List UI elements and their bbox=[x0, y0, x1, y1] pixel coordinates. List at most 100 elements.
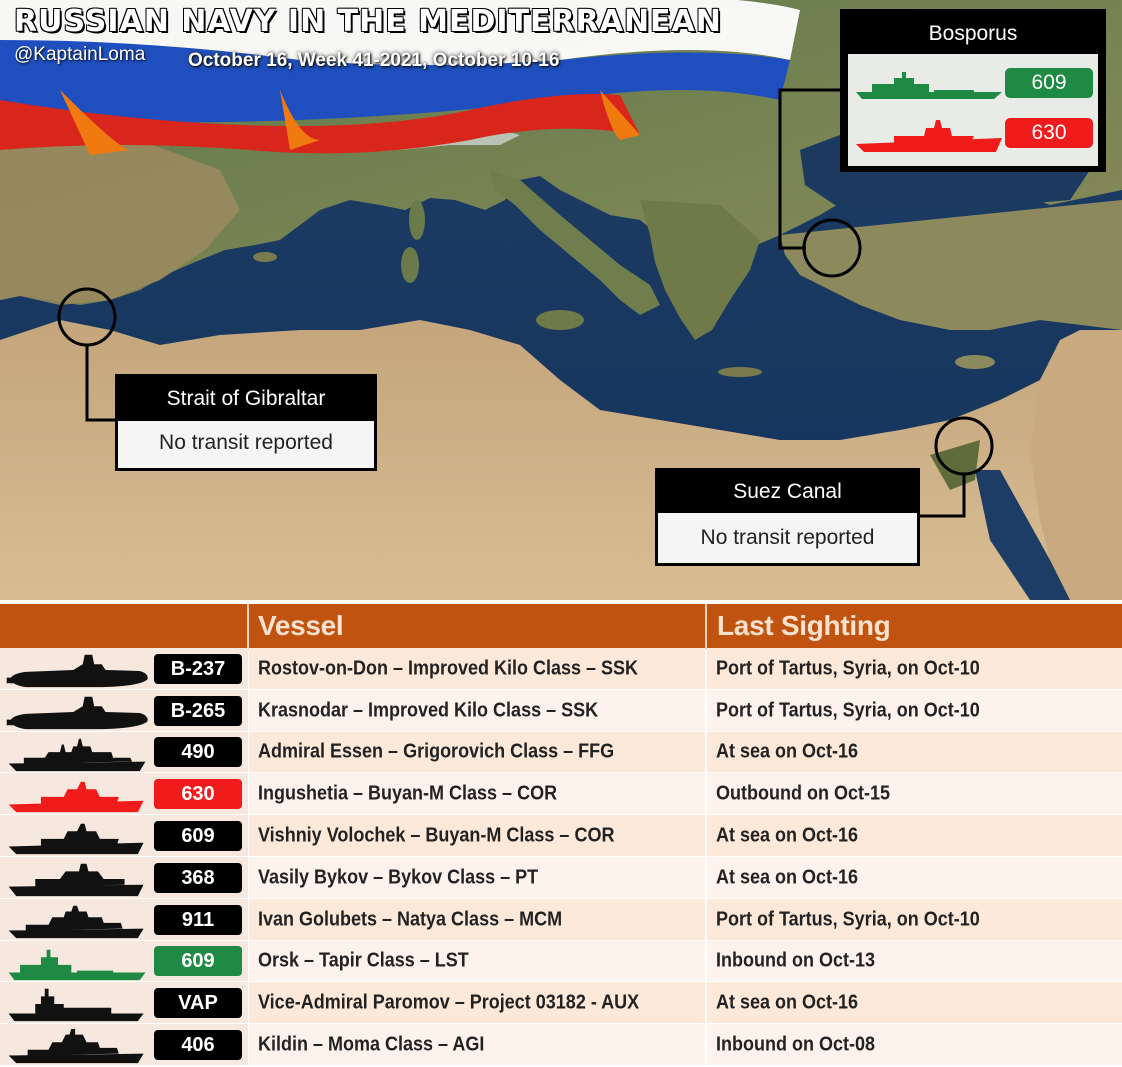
vessel-name: Ingushetia – Buyan-M Class – COR bbox=[258, 782, 558, 805]
minesweeper-icon bbox=[8, 905, 144, 938]
last-sighting-cell: Port of Tartus, Syria, on Oct-10 bbox=[707, 898, 1122, 941]
last-sighting-column-header: Last Sighting bbox=[717, 610, 891, 641]
table-row: 911 Ivan Golubets – Natya Class – MCM Port… bbox=[0, 898, 1122, 941]
last-sighting-text: At sea on Oct-16 bbox=[716, 740, 859, 763]
vessel-cell: Kildin – Moma Class – AGI bbox=[249, 1024, 705, 1066]
vessel-cell: Ingushetia – Buyan-M Class – COR bbox=[249, 773, 705, 816]
suez-status: No transit reported bbox=[658, 513, 917, 563]
ship-cell: 490 bbox=[0, 731, 248, 774]
suez-title: Suez Canal bbox=[658, 471, 917, 513]
submarine-icon bbox=[6, 696, 148, 729]
hull-number-badge: 911 bbox=[154, 904, 242, 935]
vessel-cell: Krasnodar – Improved Kilo Class – SSK bbox=[249, 689, 705, 732]
hull-number-badge: VAP bbox=[154, 988, 242, 1019]
vessel-cell: Vice-Admiral Paromov – Project 03182 - A… bbox=[249, 982, 705, 1025]
corvette-icon bbox=[8, 823, 144, 855]
vessel-cell: Ivan Golubets – Natya Class – MCM bbox=[249, 898, 705, 941]
table-row: 490 Admiral Essen – Grigorovich Class – F… bbox=[0, 731, 1122, 774]
vessel-name: Krasnodar – Improved Kilo Class – SSK bbox=[258, 699, 599, 722]
suez-callout: Suez Canal No transit reported bbox=[655, 468, 920, 566]
last-sighting-text: Inbound on Oct-13 bbox=[716, 949, 875, 972]
hull-number-badge: B-265 bbox=[154, 695, 242, 726]
corvette-icon bbox=[856, 120, 1002, 152]
vessel-cell: Vasily Bykov – Bykov Class – PT bbox=[249, 857, 705, 899]
last-sighting-text: Port of Tartus, Syria, on Oct-10 bbox=[716, 699, 980, 722]
ship-cell: 609 bbox=[0, 815, 248, 857]
hull-number-badge: 630 bbox=[154, 779, 242, 810]
last-sighting-cell: At sea on Oct-16 bbox=[707, 857, 1122, 899]
vessel-name: Admiral Essen – Grigorovich Class – FFG bbox=[258, 740, 615, 763]
table-row: 609 Vishniy Volochek – Buyan-M Class – CO… bbox=[0, 815, 1122, 857]
patrol-ship-icon bbox=[8, 863, 144, 897]
last-sighting-cell: At sea on Oct-16 bbox=[707, 731, 1122, 774]
mediterranean-map: RUSSIAN NAVY IN THE MEDITERRANEAN @Kapta… bbox=[0, 0, 1122, 600]
table-row: 368 Vasily Bykov – Bykov Class – PT At sea… bbox=[0, 857, 1122, 899]
vessel-name: Orsk – Tapir Class – LST bbox=[258, 949, 469, 972]
table-header: Vessel Last Sighting bbox=[0, 602, 1122, 650]
hull-number-badge: B-237 bbox=[154, 653, 242, 684]
vessel-name: Vasily Bykov – Bykov Class – PT bbox=[258, 866, 539, 889]
landing-ship-icon bbox=[8, 949, 146, 980]
ship-cell: 609 bbox=[0, 940, 248, 983]
bosporus-callout: Bosporus 609 630 bbox=[840, 9, 1106, 172]
table-row: 406 Kildin – Moma Class – AGI Inbound on O… bbox=[0, 1024, 1122, 1066]
tanker-icon bbox=[8, 989, 144, 1022]
frigate-icon bbox=[8, 738, 146, 771]
vessel-table: Vessel Last Sighting B-237 Rostov-on-Don … bbox=[0, 602, 1122, 1067]
last-sighting-cell: Inbound on Oct-13 bbox=[707, 940, 1122, 983]
vessel-cell: Rostov-on-Don – Improved Kilo Class – SS… bbox=[249, 648, 705, 690]
ship-cell: 406 bbox=[0, 1024, 248, 1066]
landing-ship-icon bbox=[856, 72, 1002, 99]
last-sighting-text: Outbound on Oct-15 bbox=[716, 782, 890, 805]
vessel-cell: Admiral Essen – Grigorovich Class – FFG bbox=[249, 731, 705, 774]
corvette-icon bbox=[8, 782, 144, 813]
suez-marker bbox=[934, 416, 994, 476]
last-sighting-cell: At sea on Oct-16 bbox=[707, 815, 1122, 857]
vessel-cell: Vishniy Volochek – Buyan-M Class – COR bbox=[249, 815, 705, 857]
hull-number-badge: 368 bbox=[154, 862, 242, 893]
hull-number-badge: 609 bbox=[154, 821, 242, 852]
bosporus-title: Bosporus bbox=[843, 12, 1103, 52]
bosporus-ship-panel: 609 630 bbox=[848, 54, 1098, 166]
table-row: 630 Ingushetia – Buyan-M Class – COR Outbo… bbox=[0, 773, 1122, 816]
last-sighting-cell: Inbound on Oct-08 bbox=[707, 1024, 1122, 1066]
gibraltar-title: Strait of Gibraltar bbox=[118, 377, 374, 421]
table-row: VAP Vice-Admiral Paromov – Project 03182 … bbox=[0, 982, 1122, 1025]
last-sighting-cell: At sea on Oct-16 bbox=[707, 982, 1122, 1025]
vessel-name: Ivan Golubets – Natya Class – MCM bbox=[258, 908, 563, 931]
vessel-name: Vishniy Volochek – Buyan-M Class – COR bbox=[258, 824, 615, 847]
last-sighting-text: Port of Tartus, Syria, on Oct-10 bbox=[716, 908, 980, 931]
vessel-name: Rostov-on-Don – Improved Kilo Class – SS… bbox=[258, 657, 639, 680]
last-sighting-text: At sea on Oct-16 bbox=[716, 824, 859, 847]
hull-number-badge: 406 bbox=[154, 1030, 242, 1061]
table-row: 609 Orsk – Tapir Class – LST Inbound on Oc… bbox=[0, 940, 1122, 983]
vessel-name: Vice-Admiral Paromov – Project 03182 - A… bbox=[258, 991, 640, 1014]
submarine-icon bbox=[6, 654, 148, 688]
ship-cell: 911 bbox=[0, 898, 248, 941]
vessel-name: Kildin – Moma Class – AGI bbox=[258, 1033, 485, 1056]
last-sighting-cell: Port of Tartus, Syria, on Oct-10 bbox=[707, 689, 1122, 732]
hull-number-badge: 609 bbox=[154, 946, 242, 977]
bosporus-badge-1: 609 bbox=[1005, 68, 1093, 98]
table-row: B-265 Krasnodar – Improved Kilo Class – S… bbox=[0, 689, 1122, 732]
ship-cell: 368 bbox=[0, 857, 248, 899]
hull-number-badge: 490 bbox=[154, 737, 242, 768]
last-sighting-cell: Outbound on Oct-15 bbox=[707, 773, 1122, 816]
intelligence-ship-icon bbox=[8, 1029, 144, 1064]
last-sighting-text: At sea on Oct-16 bbox=[716, 866, 859, 889]
gibraltar-callout: Strait of Gibraltar No transit reported bbox=[115, 374, 377, 471]
ship-cell: VAP bbox=[0, 982, 248, 1025]
gibraltar-marker bbox=[57, 287, 117, 347]
ship-cell: B-237 bbox=[0, 648, 248, 690]
vessel-column-header: Vessel bbox=[258, 610, 344, 641]
last-sighting-cell: Port of Tartus, Syria, on Oct-10 bbox=[707, 648, 1122, 690]
ship-cell: 630 bbox=[0, 773, 248, 816]
ship-cell: B-265 bbox=[0, 689, 248, 732]
last-sighting-text: Inbound on Oct-08 bbox=[716, 1033, 875, 1056]
last-sighting-text: Port of Tartus, Syria, on Oct-10 bbox=[716, 657, 980, 680]
table-row: B-237 Rostov-on-Don – Improved Kilo Class… bbox=[0, 648, 1122, 690]
vessel-cell: Orsk – Tapir Class – LST bbox=[249, 940, 705, 983]
gibraltar-status: No transit reported bbox=[118, 421, 374, 468]
bosporus-marker bbox=[802, 218, 862, 278]
bosporus-badge-2: 630 bbox=[1005, 118, 1093, 148]
